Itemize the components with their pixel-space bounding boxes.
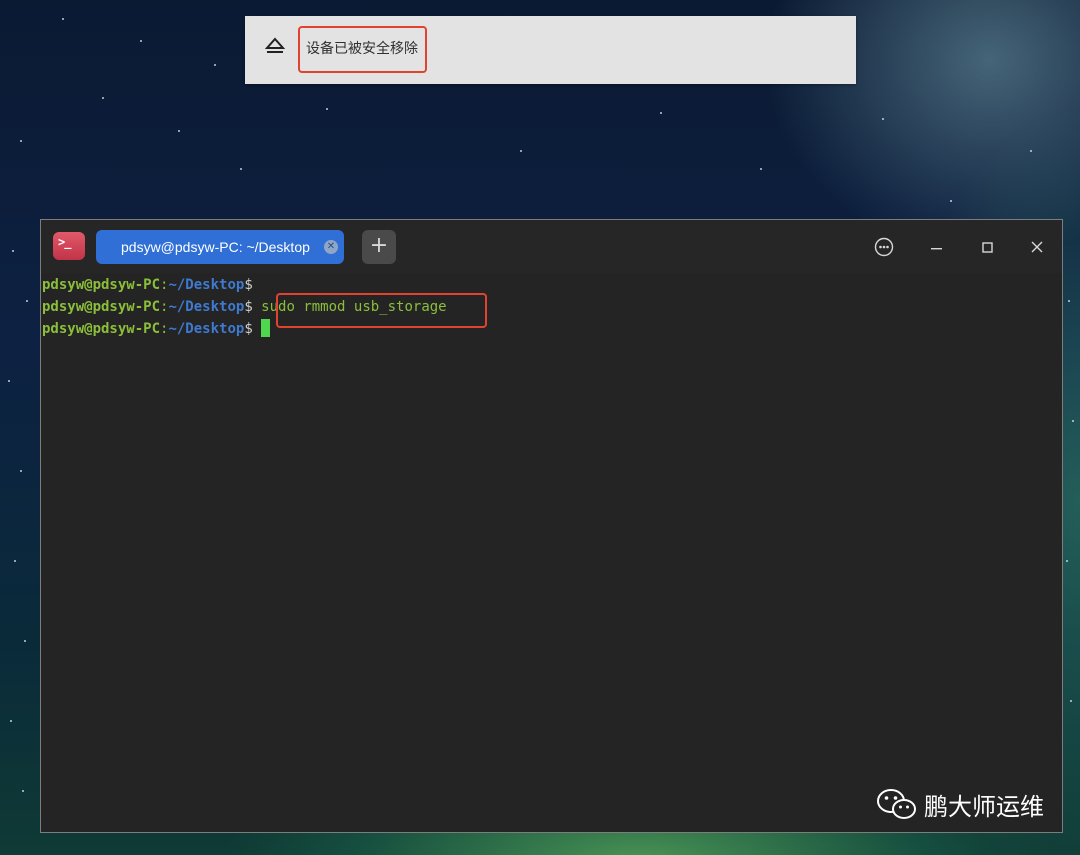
prompt-path: ~/Desktop: [168, 299, 245, 315]
more-options-icon[interactable]: [872, 235, 896, 259]
notification-highlight: [298, 26, 427, 73]
minimize-icon[interactable]: [924, 235, 948, 259]
tab-terminal-desktop[interactable]: pdsyw@pdsyw-PC: ~/Desktop ✕: [96, 230, 344, 264]
prompt-path: ~/Desktop: [168, 277, 245, 293]
close-icon[interactable]: [1025, 235, 1049, 259]
maximize-icon[interactable]: [975, 235, 999, 259]
text-cursor: [261, 319, 271, 337]
tab-title: pdsyw@pdsyw-PC: ~/Desktop: [121, 239, 310, 255]
tab-close-icon[interactable]: ✕: [324, 240, 338, 254]
terminal-window[interactable]: >_ pdsyw@pdsyw-PC: ~/Desktop ✕ + pdsyw@p…: [40, 219, 1063, 833]
terminal-line: pdsyw@pdsyw-PC:~/Desktop$: [42, 277, 253, 293]
command-highlight: [276, 293, 487, 328]
prompt-user: pdsyw@pdsyw-PC: [42, 321, 161, 337]
terminal-app-icon: >_: [53, 232, 85, 260]
terminal-output[interactable]: pdsyw@pdsyw-PC:~/Desktop$ pdsyw@pdsyw-PC…: [41, 273, 1062, 832]
prompt-user: pdsyw@pdsyw-PC: [42, 277, 161, 293]
wechat-icon: [877, 789, 916, 819]
watermark: 鹏大师运维: [876, 786, 1044, 822]
watermark-text: 鹏大师运维: [924, 792, 1044, 821]
prompt-user: pdsyw@pdsyw-PC: [42, 299, 161, 315]
eject-icon: [265, 37, 285, 53]
prompt-path: ~/Desktop: [168, 321, 245, 337]
title-bar[interactable]: >_ pdsyw@pdsyw-PC: ~/Desktop ✕ +: [41, 220, 1062, 273]
new-tab-button[interactable]: +: [362, 230, 396, 264]
terminal-line: pdsyw@pdsyw-PC:~/Desktop$: [42, 319, 271, 339]
